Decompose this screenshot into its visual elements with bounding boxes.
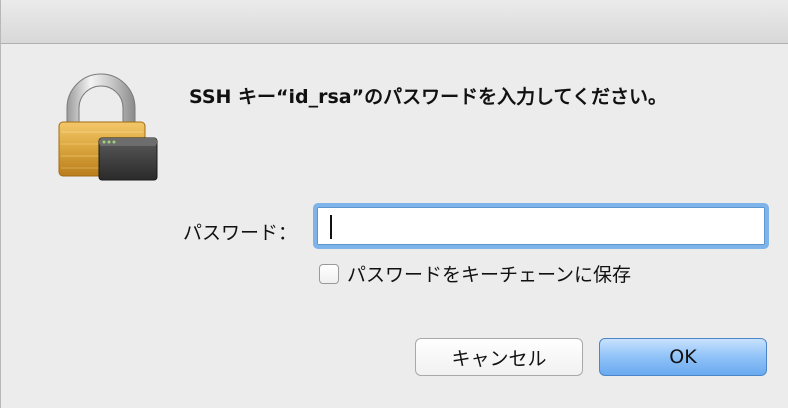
remember-in-keychain-option[interactable]: パスワードをキーチェーンに保存 xyxy=(319,260,631,287)
password-field[interactable] xyxy=(313,203,769,249)
remember-checkbox[interactable] xyxy=(319,263,339,284)
cancel-button[interactable]: キャンセル xyxy=(415,338,583,376)
remember-checkbox-label[interactable]: パスワードをキーチェーンに保存 xyxy=(347,260,631,287)
password-dialog: SSH キー“id_rsa”のパスワードを入力してください。 パスワード： パス… xyxy=(0,0,788,408)
ok-button[interactable]: OK xyxy=(599,338,767,376)
password-label: パスワード： xyxy=(182,222,297,244)
text-caret xyxy=(330,215,332,239)
padlock-icon xyxy=(53,72,165,184)
dialog-message: SSH キー“id_rsa”のパスワードを入力してください。 xyxy=(189,86,667,108)
title-bar[interactable] xyxy=(1,0,788,44)
password-input[interactable] xyxy=(317,207,765,245)
